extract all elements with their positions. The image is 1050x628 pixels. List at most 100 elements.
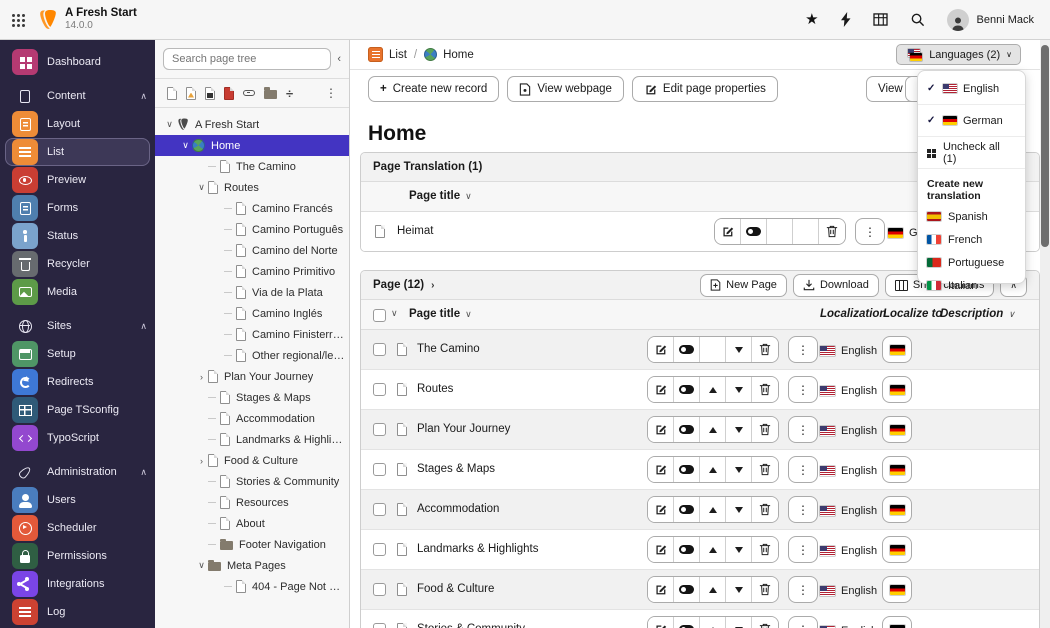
tree-node[interactable]: Via de la Plata [155, 282, 349, 303]
hide-toggle-button[interactable] [674, 337, 700, 362]
col-header-page-title[interactable]: Page title ∨ [409, 308, 472, 320]
move-down-button[interactable] [726, 337, 752, 362]
link-icon[interactable] [243, 90, 255, 96]
record-title[interactable]: Accommodation [417, 503, 499, 515]
sidebar-item-dashboard[interactable]: Dashboard [0, 48, 155, 76]
record-title[interactable]: Food & Culture [417, 583, 494, 595]
edit-button[interactable] [648, 417, 674, 442]
move-down-button[interactable] [726, 497, 752, 522]
menu-item-spanish[interactable]: Spanish [918, 205, 1025, 228]
sidebar-item-media[interactable]: Media [0, 278, 155, 306]
hide-toggle-button[interactable] [674, 577, 700, 602]
sidebar-item-permissions[interactable]: Permissions [0, 542, 155, 570]
hide-toggle-button[interactable] [674, 617, 700, 628]
row-select-checkbox[interactable] [373, 343, 386, 356]
sidebar-item-redirects[interactable]: Redirects [0, 368, 155, 396]
move-up-button[interactable] [700, 497, 726, 522]
delete-button[interactable] [752, 417, 778, 442]
more-options-button[interactable]: ⋮ [788, 616, 818, 628]
sidebar-item-status[interactable]: Status [0, 222, 155, 250]
record-title[interactable]: Stages & Maps [417, 463, 495, 475]
tree-node[interactable]: ∨ Routes [155, 177, 349, 198]
move-up-button[interactable] [700, 377, 726, 402]
more-options-button[interactable]: ⋮ [788, 456, 818, 483]
tree-node[interactable]: Camino Português [155, 219, 349, 240]
sidebar-item-integrations[interactable]: Integrations [0, 570, 155, 598]
move-up-button[interactable] [700, 577, 726, 602]
tree-node-home[interactable]: ∨ Home [155, 135, 349, 156]
tree-node[interactable]: Accommodation [155, 408, 349, 429]
col-header-localize-to[interactable]: Localize to [883, 308, 942, 320]
tree-node[interactable]: Stages & Maps [155, 387, 349, 408]
more-options-button[interactable]: ⋮ [788, 536, 818, 563]
languages-dropdown-button[interactable]: Languages (2) ∨ [896, 44, 1021, 65]
select-all-checkbox[interactable] [373, 309, 386, 322]
tree-node[interactable]: Camino Francés [155, 198, 349, 219]
hide-toggle-button[interactable] [674, 497, 700, 522]
tree-node[interactable]: Camino Inglés [155, 303, 349, 324]
lightning-icon[interactable] [840, 12, 851, 27]
tree-node[interactable]: Footer Navigation [155, 534, 349, 555]
sidebar-item-sites[interactable]: Sites ∧ [0, 312, 155, 340]
delete-button[interactable] [752, 617, 778, 628]
move-up-button[interactable] [700, 417, 726, 442]
move-up-button[interactable] [700, 457, 726, 482]
sidebar-item-scheduler[interactable]: Scheduler [0, 514, 155, 542]
edit-button[interactable] [648, 537, 674, 562]
tree-node[interactable]: About [155, 513, 349, 534]
localize-to-german-button[interactable] [882, 616, 912, 628]
new-folder-drag-icon[interactable] [264, 87, 277, 99]
menu-item-german[interactable]: ✓ German [918, 105, 1025, 137]
tree-node-root[interactable]: ∨ A Fresh Start [155, 114, 349, 135]
page-tree-search-input[interactable] [163, 48, 332, 70]
tree-node[interactable]: › Food & Culture [155, 450, 349, 471]
scrollbar[interactable] [1040, 40, 1050, 628]
new-shortcut-drag-icon[interactable] [205, 86, 215, 100]
tree-node[interactable]: Landmarks & Highlights [155, 429, 349, 450]
sidebar-item-setup[interactable]: Setup [0, 340, 155, 368]
delete-button[interactable] [752, 497, 778, 522]
sidebar-item-list[interactable]: List [5, 138, 150, 166]
tree-node[interactable]: Camino Finisterre & Muxía [155, 324, 349, 345]
edit-button[interactable] [648, 617, 674, 628]
hide-toggle-button[interactable] [674, 377, 700, 402]
avatar[interactable] [946, 8, 969, 31]
more-options-button[interactable]: ⋮ [788, 376, 818, 403]
sidebar-item-administration[interactable]: Administration ∧ [0, 458, 155, 486]
more-options-button[interactable]: ⋮ [788, 496, 818, 523]
sidebar-item-recycler[interactable]: Recycler [0, 250, 155, 278]
localize-to-german-button[interactable] [882, 456, 912, 483]
tree-node[interactable]: Camino del Norte [155, 240, 349, 261]
bookmarks-icon[interactable]: ★ [805, 12, 818, 27]
record-title[interactable]: Landmarks & Highlights [417, 543, 538, 555]
edit-button[interactable] [648, 457, 674, 482]
tree-more-menu-icon[interactable]: ⋮ [325, 87, 337, 99]
record-title[interactable]: Stories & Community [417, 623, 525, 628]
tree-node[interactable]: The Camino [155, 156, 349, 177]
delete-button[interactable] [752, 577, 778, 602]
search-icon[interactable] [910, 12, 925, 27]
col-header-page-title[interactable]: Page title ∨ [409, 190, 472, 202]
row-select-checkbox[interactable] [373, 383, 386, 396]
edit-page-properties-button[interactable]: Edit page properties [631, 76, 778, 102]
more-options-button[interactable]: ⋮ [788, 336, 818, 363]
menu-item-portuguese[interactable]: Portuguese [918, 251, 1025, 274]
breadcrumb-module[interactable]: List [389, 49, 407, 61]
col-header-description[interactable]: Description ∨ [940, 308, 1015, 320]
chevron-down-icon[interactable]: ∨ [391, 308, 398, 319]
sidebar-item-log[interactable]: Log [0, 598, 155, 626]
hide-toggle-button[interactable] [674, 457, 700, 482]
app-grid-icon[interactable] [12, 14, 15, 17]
more-options-button[interactable]: ⋮ [788, 576, 818, 603]
sidebar-item-page-tsconfig[interactable]: Page TSconfig [0, 396, 155, 424]
record-title[interactable]: The Camino [417, 343, 480, 355]
tree-node[interactable]: ∨ Meta Pages [155, 555, 349, 576]
tree-node[interactable]: 404 - Page Not Found [155, 576, 349, 597]
scrollbar-thumb[interactable] [1041, 45, 1049, 247]
tree-node[interactable]: Resources [155, 492, 349, 513]
localize-to-german-button[interactable] [882, 416, 912, 443]
delete-button[interactable] [752, 377, 778, 402]
row-select-checkbox[interactable] [373, 463, 386, 476]
localize-to-german-button[interactable] [882, 336, 912, 363]
tree-node[interactable]: › Plan Your Journey [155, 366, 349, 387]
